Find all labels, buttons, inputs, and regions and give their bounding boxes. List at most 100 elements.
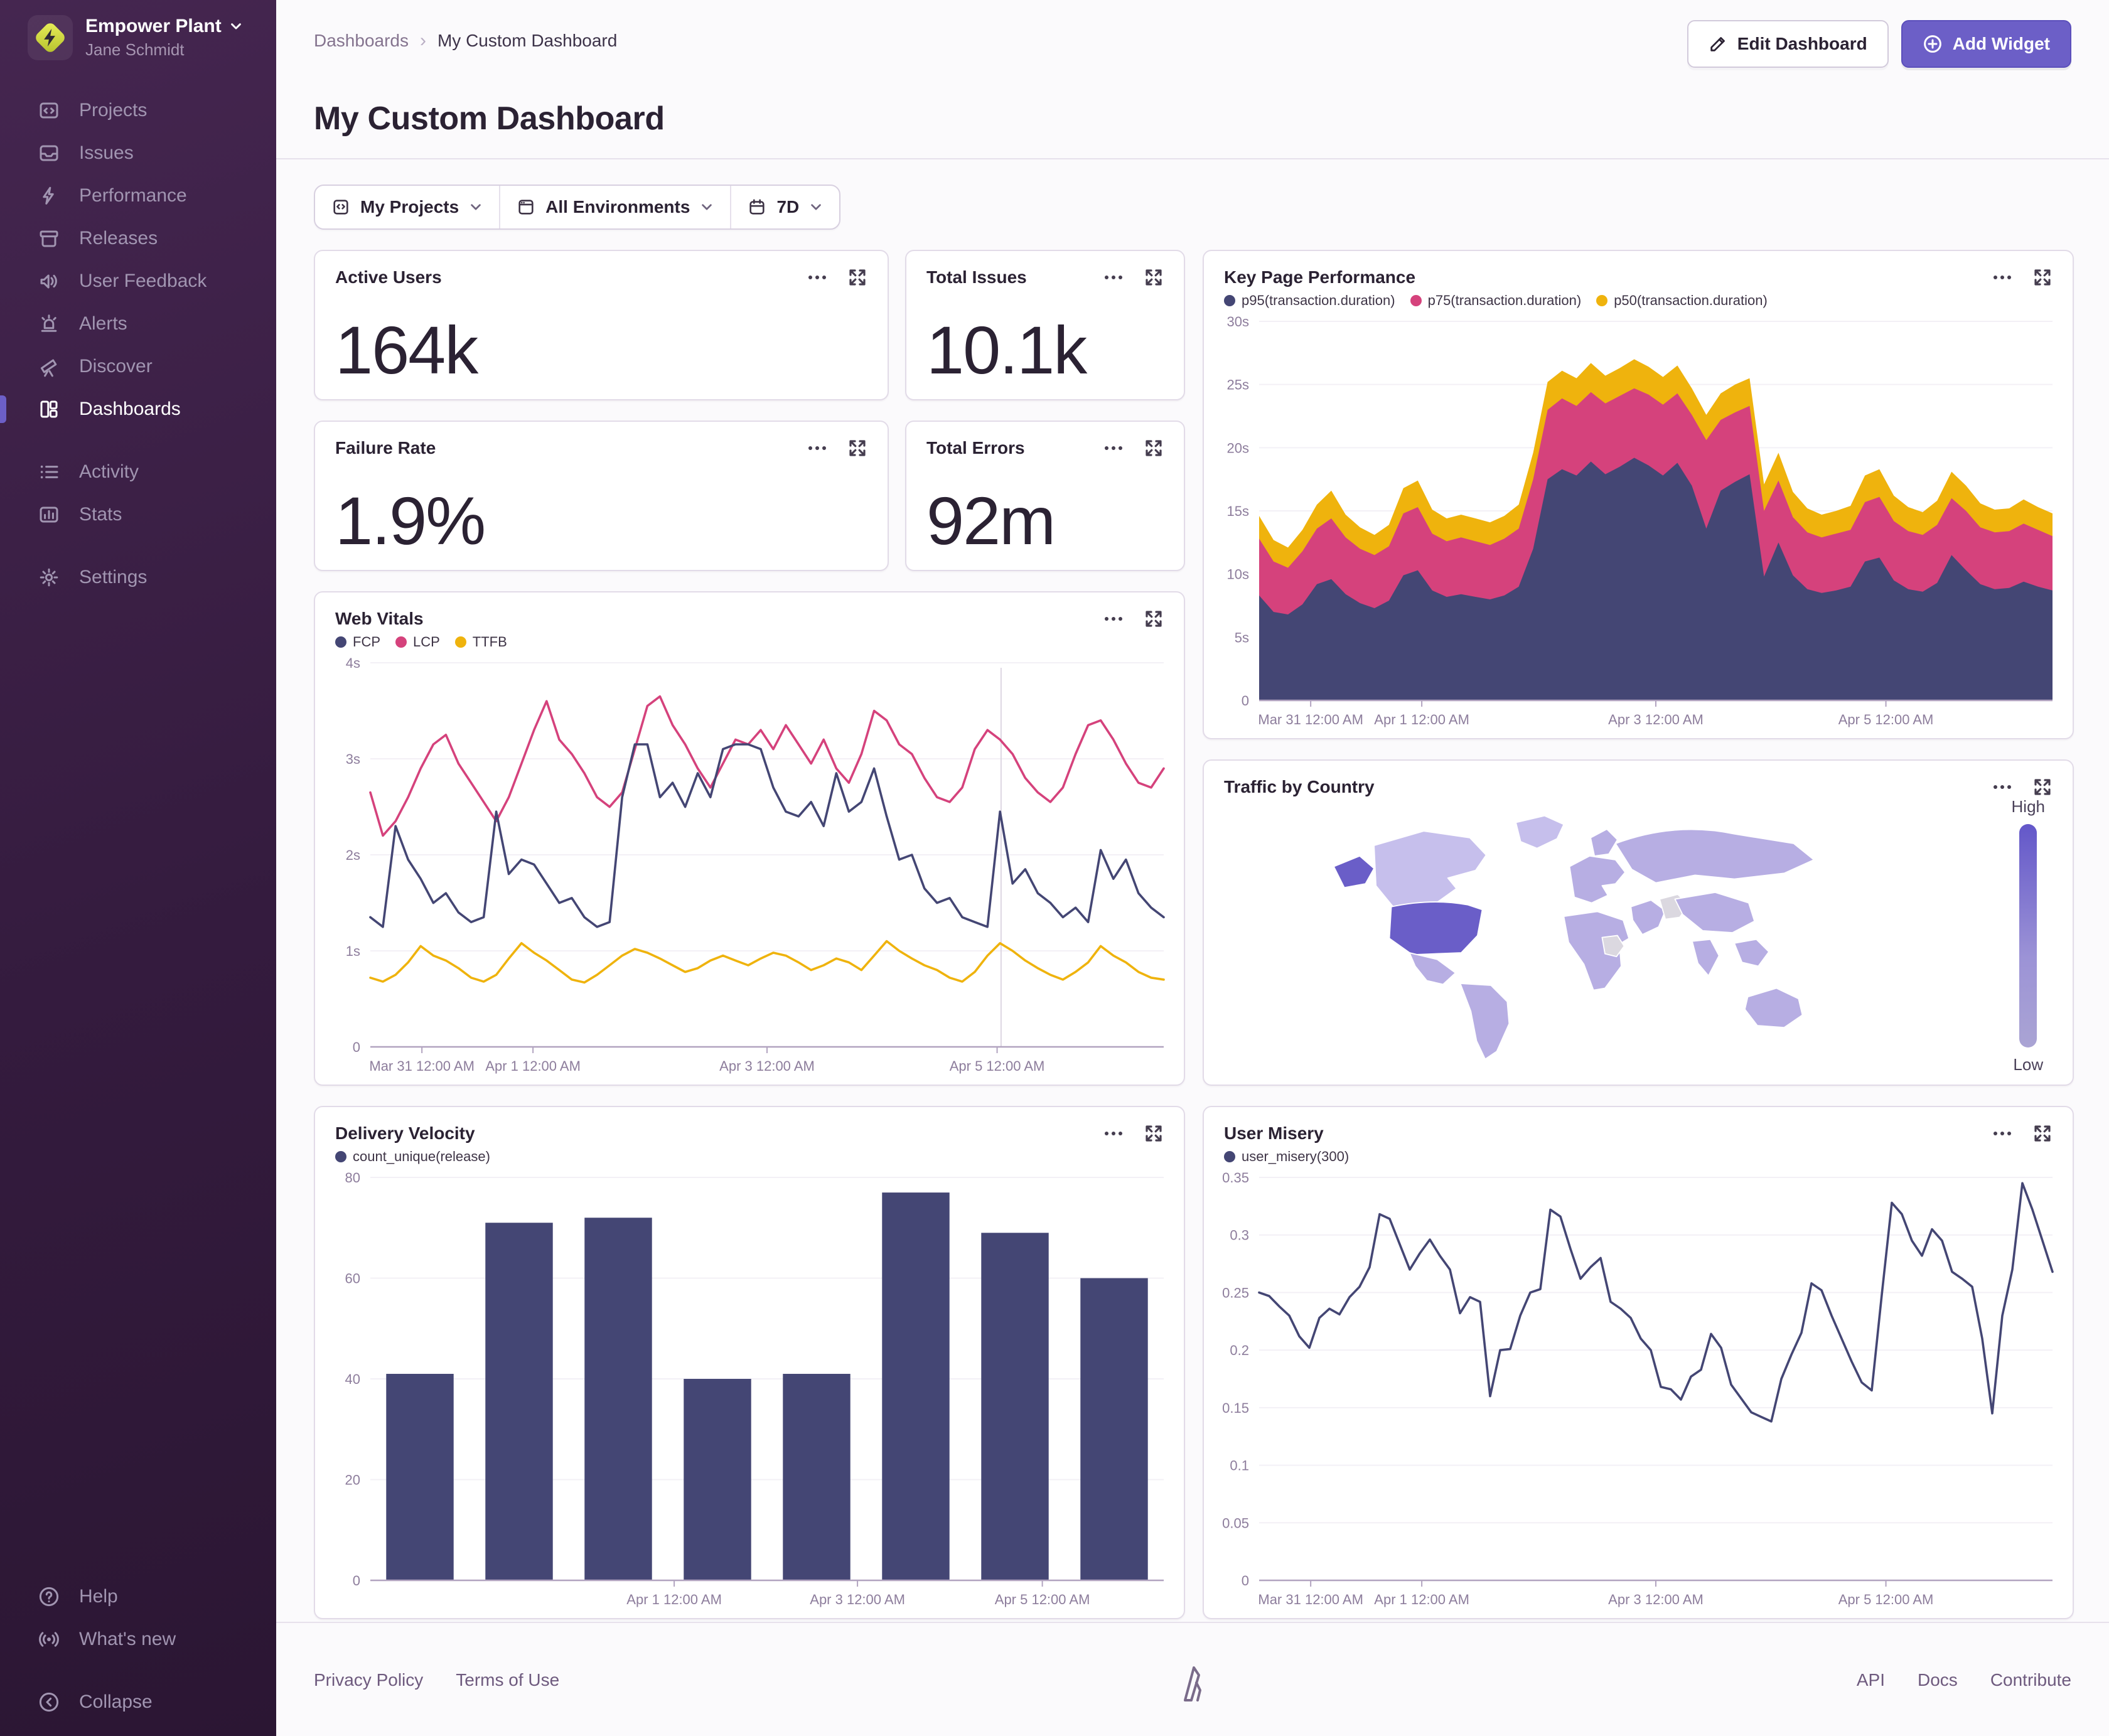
svg-text:15s: 15s: [1227, 503, 1249, 519]
environment-filter[interactable]: All Environments: [499, 186, 730, 228]
svg-text:Apr 1 12:00 AM: Apr 1 12:00 AM: [1374, 712, 1469, 727]
breadcrumb-dashboards-link[interactable]: Dashboards: [314, 31, 409, 51]
widget-menu-button[interactable]: [1103, 267, 1124, 287]
org-switcher[interactable]: Empower Plant Jane Schmidt: [28, 15, 243, 60]
sidebar-item-collapse[interactable]: Collapse: [0, 1681, 276, 1723]
svg-text:60: 60: [345, 1271, 360, 1287]
date-range-filter[interactable]: 7D: [730, 186, 839, 228]
widget-menu-button[interactable]: [807, 267, 827, 287]
chart-legend: count_unique(release): [315, 1144, 1184, 1165]
widget-expand-button[interactable]: [1144, 609, 1164, 629]
widget-expand-button[interactable]: [1144, 1123, 1164, 1144]
svg-text:Apr 3 12:00 AM: Apr 3 12:00 AM: [1608, 1592, 1704, 1607]
svg-text:0.1: 0.1: [1230, 1458, 1249, 1474]
region-alaska: [1333, 855, 1375, 889]
widget-expand-button[interactable]: [1144, 438, 1164, 458]
svg-text:Apr 1 12:00 AM: Apr 1 12:00 AM: [626, 1592, 722, 1607]
chevron-down-icon: [471, 204, 481, 210]
chevron-left-circle-icon: [39, 1692, 59, 1712]
world-map[interactable]: High Low: [1204, 797, 2073, 1085]
user-misery-chart[interactable]: 0 0.05 0.1 0.15 0.2 0.25 0.3 0.35 Mar 31 12:00 A…: [1206, 1167, 2065, 1613]
svg-text:4s: 4s: [346, 655, 360, 671]
svg-text:Apr 5 12:00 AM: Apr 5 12:00 AM: [950, 1058, 1045, 1074]
sidebar-item-label: Alerts: [79, 313, 127, 334]
sidebar-item-label: What's new: [79, 1629, 176, 1649]
widget-menu-button[interactable]: [807, 438, 827, 458]
footer-link[interactable]: Docs: [1918, 1670, 1958, 1690]
svg-text:0.25: 0.25: [1222, 1285, 1249, 1300]
page-footer: Privacy Policy Terms of Use API Docs Contri…: [276, 1622, 2109, 1736]
region-greenland: [1515, 815, 1565, 849]
sidebar-item-help[interactable]: Help: [0, 1575, 276, 1618]
widget-menu-button[interactable]: [1992, 777, 2012, 797]
sidebar-item-user-feedback[interactable]: User Feedback: [0, 260, 276, 303]
sidebar-item-projects[interactable]: Projects: [0, 89, 276, 132]
widget-expand-button[interactable]: [847, 438, 867, 458]
svg-text:3s: 3s: [346, 751, 360, 767]
svg-text:0: 0: [353, 1573, 360, 1589]
lightning-icon: [43, 186, 54, 205]
sidebar-item-label: Stats: [79, 504, 122, 525]
map-legend-high: High: [2011, 797, 2045, 816]
svg-text:2s: 2s: [346, 847, 360, 863]
footer-link[interactable]: Contribute: [1990, 1670, 2071, 1690]
sidebar-item-alerts[interactable]: Alerts: [0, 303, 276, 345]
widget-user-misery: User Misery user_misery(300) 0 0.05 0.1 0.1…: [1203, 1106, 2074, 1619]
widget-menu-button[interactable]: [1992, 267, 2012, 287]
svg-text:Mar 31 12:00 AM: Mar 31 12:00 AM: [369, 1058, 475, 1074]
key-page-performance-chart[interactable]: 0 5s 10s 15s 20s 25s 30s Mar 31 12:00 AM Apr 1 1…: [1206, 311, 2065, 733]
legend-item: user_misery(300): [1224, 1149, 1349, 1165]
sidebar-item-discover[interactable]: Discover: [0, 345, 276, 388]
svg-text:1s: 1s: [346, 943, 360, 959]
widget-expand-button[interactable]: [2032, 1123, 2053, 1144]
chart-legend: p95(transaction.duration) p75(transaction…: [1204, 287, 2073, 309]
widget-delivery-velocity: Delivery Velocity count_unique(release) …: [314, 1106, 1185, 1619]
siren-icon: [41, 314, 57, 332]
question-circle-icon: [39, 1587, 59, 1607]
edit-dashboard-button[interactable]: Edit Dashboard: [1687, 20, 1889, 68]
widget-expand-button[interactable]: [2032, 267, 2053, 287]
sidebar-item-settings[interactable]: Settings: [0, 556, 276, 599]
sidebar-item-issues[interactable]: Issues: [0, 132, 276, 174]
org-name: Empower Plant: [85, 16, 222, 36]
telescope-icon: [40, 359, 57, 377]
legend-item: p50(transaction.duration): [1596, 292, 1768, 309]
project-filter[interactable]: My Projects: [315, 186, 499, 228]
footer-link[interactable]: API: [1857, 1670, 1885, 1690]
legend-item: p75(transaction.duration): [1410, 292, 1581, 309]
sidebar-item-releases[interactable]: Releases: [0, 217, 276, 260]
gear-icon: [40, 568, 58, 587]
sidebar-item-stats[interactable]: Stats: [0, 493, 276, 536]
widget-expand-button[interactable]: [1144, 267, 1164, 287]
widget-failure-rate: Failure Rate 1.9%: [314, 421, 889, 571]
widget-menu-button[interactable]: [1103, 609, 1124, 629]
widget-title: Total Errors: [926, 438, 1025, 458]
sidebar-item-dashboards[interactable]: Dashboards: [0, 388, 276, 431]
widget-title: User Misery: [1224, 1123, 1324, 1143]
widget-menu-button[interactable]: [1992, 1123, 2012, 1144]
svg-text:0.3: 0.3: [1230, 1228, 1249, 1243]
sidebar-item-whats-new[interactable]: What's new: [0, 1618, 276, 1661]
region-russia: [1614, 828, 1815, 884]
sidebar-item-label: Issues: [79, 142, 134, 163]
widget-menu-button[interactable]: [1103, 438, 1124, 458]
svg-text:0.15: 0.15: [1222, 1400, 1249, 1416]
footer-link[interactable]: Terms of Use: [456, 1670, 559, 1690]
widget-title: Traffic by Country: [1224, 777, 1375, 796]
stat-value: 10.1k: [926, 312, 1087, 388]
delivery-velocity-chart[interactable]: 0 20 40 60 80 Apr 1 12:00 AM Apr 3 12:00 AM Apr…: [318, 1167, 1176, 1613]
widget-menu-button[interactable]: [1103, 1123, 1124, 1144]
web-vitals-chart[interactable]: 0 1s 2s 3s 4s Mar 31 12:00 AM Apr 1 12:00 AM Ap…: [318, 653, 1176, 1080]
page-title: My Custom Dashboard: [314, 100, 665, 137]
main-content: Dashboards › My Custom Dashboard My Cust…: [276, 0, 2109, 1736]
legend-item: LCP: [395, 634, 440, 650]
page-header: Dashboards › My Custom Dashboard My Cust…: [276, 0, 2109, 159]
widget-expand-button[interactable]: [847, 267, 867, 287]
region-australia: [1744, 987, 1803, 1029]
sidebar-item-activity[interactable]: Activity: [0, 451, 276, 493]
widget-expand-button[interactable]: [2032, 777, 2053, 797]
add-widget-button[interactable]: Add Widget: [1901, 20, 2071, 68]
region-southeast-asia: [1734, 938, 1769, 967]
sidebar-item-performance[interactable]: Performance: [0, 174, 276, 217]
footer-link[interactable]: Privacy Policy: [314, 1670, 423, 1690]
